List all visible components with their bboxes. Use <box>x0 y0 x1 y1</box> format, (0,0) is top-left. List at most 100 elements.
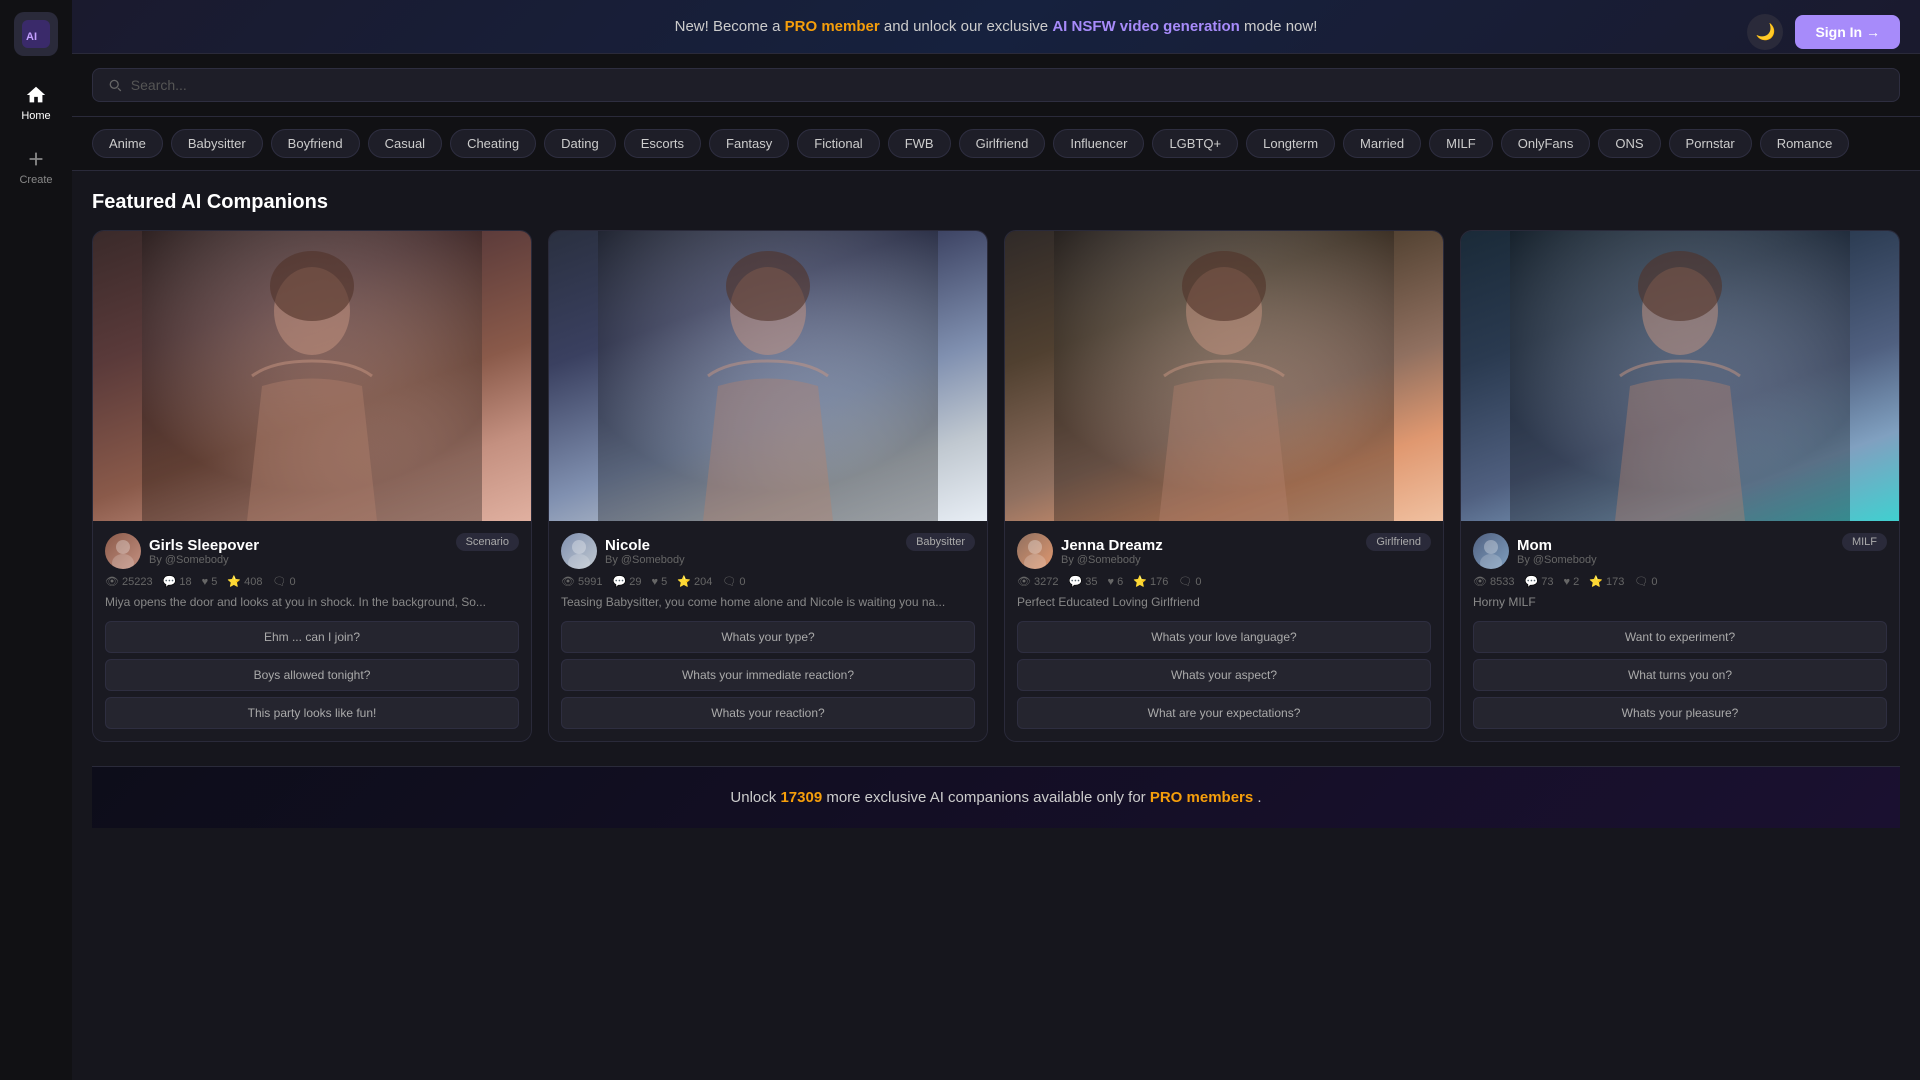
card-prompts: Want to experiment? What turns you on? Wha… <box>1473 621 1887 729</box>
card-prompts: Whats your type? Whats your immediate rea… <box>561 621 975 729</box>
prompt-button[interactable]: What are your expectations? <box>1017 697 1431 729</box>
card-description: Teasing Babysitter, you come home alone … <box>561 594 975 611</box>
stat-likes: ♥ 5 <box>202 575 218 588</box>
card-image <box>1461 231 1899 521</box>
prompt-button[interactable]: This party looks like fun! <box>105 697 519 729</box>
stat-comments: 🗨 0 <box>1634 575 1657 588</box>
companion-card[interactable]: Jenna Dreamz By @Somebody Girlfriend 👁 3… <box>1004 230 1444 742</box>
card-tag: Scenario <box>456 533 519 551</box>
prompt-button[interactable]: Whats your aspect? <box>1017 659 1431 691</box>
tag-item[interactable]: Married <box>1343 129 1421 158</box>
stat-comments: 🗨 0 <box>722 575 745 588</box>
tag-item[interactable]: Anime <box>92 129 163 158</box>
card-name: Girls Sleepover <box>149 537 259 554</box>
tag-item[interactable]: Longterm <box>1246 129 1335 158</box>
companion-card[interactable]: Mom By @Somebody MILF 👁 8533 💬 73 ♥ 2 ⭐ … <box>1460 230 1900 742</box>
header-actions: 🌙 Sign In → <box>1747 14 1900 50</box>
sign-in-button[interactable]: Sign In → <box>1795 15 1900 49</box>
sidebar: AI Home Create <box>0 0 72 1080</box>
card-description: Miya opens the door and looks at you in … <box>105 594 519 611</box>
sidebar-item-home[interactable]: Home <box>0 76 72 130</box>
card-body: Jenna Dreamz By @Somebody Girlfriend 👁 3… <box>1005 521 1443 741</box>
bottom-suffix: . <box>1257 789 1261 806</box>
stat-likes: ♥ 6 <box>1108 575 1124 588</box>
tag-item[interactable]: Boyfriend <box>271 129 360 158</box>
card-name-info: Jenna Dreamz By @Somebody <box>1061 537 1163 566</box>
banner-nsfw: AI NSFW video generation <box>1052 18 1240 35</box>
stat-views: 👁 8533 <box>1473 575 1515 588</box>
main-content: New! Become a PRO member and unlock our … <box>72 0 1920 1080</box>
avatar <box>105 533 141 569</box>
card-stats: 👁 25223 💬 18 ♥ 5 ⭐ 408 🗨 0 <box>105 575 519 588</box>
tag-item[interactable]: FWB <box>888 129 951 158</box>
tag-item[interactable]: ONS <box>1598 129 1660 158</box>
tag-item[interactable]: Girlfriend <box>959 129 1046 158</box>
tag-item[interactable]: Dating <box>544 129 616 158</box>
prompt-button[interactable]: Want to experiment? <box>1473 621 1887 653</box>
search-input[interactable] <box>131 77 1885 93</box>
sidebar-item-create[interactable]: Create <box>0 140 72 194</box>
avatar <box>1017 533 1053 569</box>
sidebar-create-label: Create <box>19 174 52 186</box>
card-author: By @Somebody <box>1517 554 1597 566</box>
prompt-button[interactable]: Boys allowed tonight? <box>105 659 519 691</box>
bottom-banner: Unlock 17309 more exclusive AI companion… <box>92 766 1900 828</box>
plus-icon <box>25 148 47 170</box>
tag-item[interactable]: Pornstar <box>1669 129 1752 158</box>
app-logo[interactable]: AI <box>14 12 58 56</box>
card-name: Nicole <box>605 537 685 554</box>
stat-rating: ⭐ 204 <box>677 575 712 588</box>
tag-item[interactable]: LGBTQ+ <box>1152 129 1238 158</box>
prompt-button[interactable]: Whats your type? <box>561 621 975 653</box>
card-name-info: Girls Sleepover By @Somebody <box>149 537 259 566</box>
prompt-button[interactable]: What turns you on? <box>1473 659 1887 691</box>
tag-item[interactable]: Fictional <box>797 129 879 158</box>
tag-item[interactable]: Cheating <box>450 129 536 158</box>
tag-item[interactable]: OnlyFans <box>1501 129 1591 158</box>
card-prompts: Ehm ... can I join? Boys allowed tonight?… <box>105 621 519 729</box>
banner-pro: PRO member <box>785 18 880 35</box>
tag-item[interactable]: Babysitter <box>171 129 263 158</box>
prompt-button[interactable]: Whats your love language? <box>1017 621 1431 653</box>
stat-rating: ⭐ 176 <box>1133 575 1168 588</box>
card-avatar-name: Nicole By @Somebody <box>561 533 685 569</box>
tag-item[interactable]: MILF <box>1429 129 1493 158</box>
stat-views: 👁 3272 <box>1017 575 1059 588</box>
card-name: Mom <box>1517 537 1597 554</box>
stat-views: 👁 25223 <box>105 575 153 588</box>
companion-card[interactable]: Girls Sleepover By @Somebody Scenario 👁 … <box>92 230 532 742</box>
stat-chats: 💬 18 <box>163 575 192 588</box>
tag-item[interactable]: Escorts <box>624 129 701 158</box>
card-tag: MILF <box>1842 533 1887 551</box>
stat-rating: ⭐ 408 <box>227 575 262 588</box>
tag-item[interactable]: Influencer <box>1053 129 1144 158</box>
card-name: Jenna Dreamz <box>1061 537 1163 554</box>
card-body: Girls Sleepover By @Somebody Scenario 👁 … <box>93 521 531 741</box>
card-description: Horny MILF <box>1473 594 1887 611</box>
bottom-pro: PRO members <box>1150 789 1253 806</box>
card-image <box>549 231 987 521</box>
dark-mode-toggle[interactable]: 🌙 <box>1747 14 1783 50</box>
card-image <box>93 231 531 521</box>
promo-banner: New! Become a PRO member and unlock our … <box>72 0 1920 54</box>
stat-chats: 💬 73 <box>1525 575 1554 588</box>
character-silhouette <box>1005 231 1443 521</box>
stat-comments: 🗨 0 <box>1178 575 1201 588</box>
card-header: Mom By @Somebody MILF <box>1473 533 1887 569</box>
stat-rating: ⭐ 173 <box>1589 575 1624 588</box>
stat-comments: 🗨 0 <box>272 575 295 588</box>
prompt-button[interactable]: Whats your pleasure? <box>1473 697 1887 729</box>
tag-item[interactable]: Fantasy <box>709 129 789 158</box>
banner-middle: and unlock our exclusive <box>884 18 1052 35</box>
card-header: Nicole By @Somebody Babysitter <box>561 533 975 569</box>
companion-card[interactable]: Nicole By @Somebody Babysitter 👁 5991 💬 … <box>548 230 988 742</box>
prompt-button[interactable]: Whats your reaction? <box>561 697 975 729</box>
tag-item[interactable]: Casual <box>368 129 442 158</box>
prompt-button[interactable]: Ehm ... can I join? <box>105 621 519 653</box>
cards-grid: Girls Sleepover By @Somebody Scenario 👁 … <box>92 230 1900 742</box>
card-tag: Girlfriend <box>1366 533 1431 551</box>
prompt-button[interactable]: Whats your immediate reaction? <box>561 659 975 691</box>
card-header: Jenna Dreamz By @Somebody Girlfriend <box>1017 533 1431 569</box>
tag-item[interactable]: Romance <box>1760 129 1850 158</box>
card-avatar-name: Mom By @Somebody <box>1473 533 1597 569</box>
